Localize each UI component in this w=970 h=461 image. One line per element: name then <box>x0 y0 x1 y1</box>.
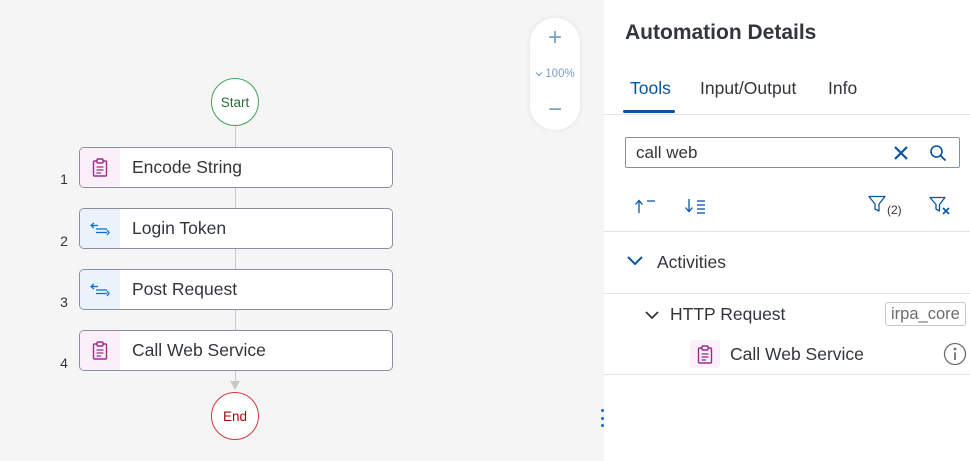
tree-toolbar: (2) <box>604 184 970 232</box>
flow-list-icon <box>80 209 120 248</box>
tree-subgroup-http-request[interactable]: HTTP Request irpa_core <box>604 294 970 334</box>
search-field <box>625 137 960 168</box>
step-call-web-service[interactable]: Call Web Service <box>79 330 393 371</box>
tree-group-activities[interactable]: Activities <box>604 232 970 294</box>
item-label: Call Web Service <box>730 344 864 364</box>
zoom-control: + 100% − <box>530 18 580 130</box>
filter-icon <box>868 195 886 218</box>
sort-ascending-icon[interactable] <box>634 192 656 220</box>
step-label: Encode String <box>132 157 242 177</box>
chevron-down-icon <box>535 69 543 79</box>
zoom-out-button[interactable]: − <box>530 90 580 130</box>
sort-descending-icon[interactable] <box>684 192 706 220</box>
start-label: Start <box>220 94 250 110</box>
flow-canvas[interactable]: Start 1 Encode String 2 Login Token 3 Po… <box>0 0 604 461</box>
step-number: 2 <box>60 233 68 249</box>
chevron-down-icon[interactable] <box>626 254 644 272</box>
step-encode-string[interactable]: Encode String <box>79 147 393 188</box>
tab-input-output[interactable]: Input/Output <box>700 78 796 99</box>
automation-details-panel: Automation Details Tools Input/Output In… <box>604 0 970 461</box>
filter-button[interactable]: (2) <box>868 192 902 220</box>
step-number: 1 <box>60 171 68 187</box>
search-icon[interactable] <box>926 141 950 165</box>
step-label: Post Request <box>132 279 238 299</box>
tab-tools[interactable]: Tools <box>630 78 671 99</box>
close-icon[interactable] <box>889 141 913 165</box>
zoom-level-value: 100% <box>545 68 575 80</box>
tab-info[interactable]: Info <box>828 78 857 99</box>
step-number: 4 <box>60 355 68 371</box>
end-node[interactable]: End <box>211 392 259 440</box>
active-tab-indicator <box>623 110 675 113</box>
connector <box>235 187 236 209</box>
step-label: Call Web Service <box>132 340 266 360</box>
connector <box>235 126 236 148</box>
end-label: End <box>222 408 248 424</box>
clipboard-icon <box>80 331 120 370</box>
clipboard-icon <box>690 340 720 368</box>
connector <box>235 248 236 270</box>
info-icon[interactable] <box>943 342 967 371</box>
clear-filter-icon[interactable] <box>929 192 951 220</box>
start-node[interactable]: Start <box>211 78 259 126</box>
filter-count: (2) <box>887 203 902 217</box>
tab-bar: Tools Input/Output Info <box>604 62 970 115</box>
arrow-down-icon <box>230 381 240 390</box>
group-label: Activities <box>657 252 727 272</box>
step-login-token[interactable]: Login Token <box>79 208 393 249</box>
step-number: 3 <box>60 294 68 310</box>
zoom-level-dropdown[interactable]: 100% <box>535 58 575 90</box>
connector <box>235 309 236 331</box>
panel-title: Automation Details <box>625 21 817 44</box>
library-tag: irpa_core <box>885 302 966 326</box>
zoom-in-button[interactable]: + <box>530 18 580 58</box>
step-label: Login Token <box>132 218 227 238</box>
search-input[interactable] <box>636 142 881 163</box>
step-post-request[interactable]: Post Request <box>79 269 393 310</box>
flow-list-icon <box>80 270 120 309</box>
tree-item-call-web-service[interactable]: Call Web Service <box>604 334 970 375</box>
subgroup-label: HTTP Request <box>670 304 786 324</box>
clipboard-icon <box>80 148 120 187</box>
chevron-down-icon[interactable] <box>644 308 660 326</box>
